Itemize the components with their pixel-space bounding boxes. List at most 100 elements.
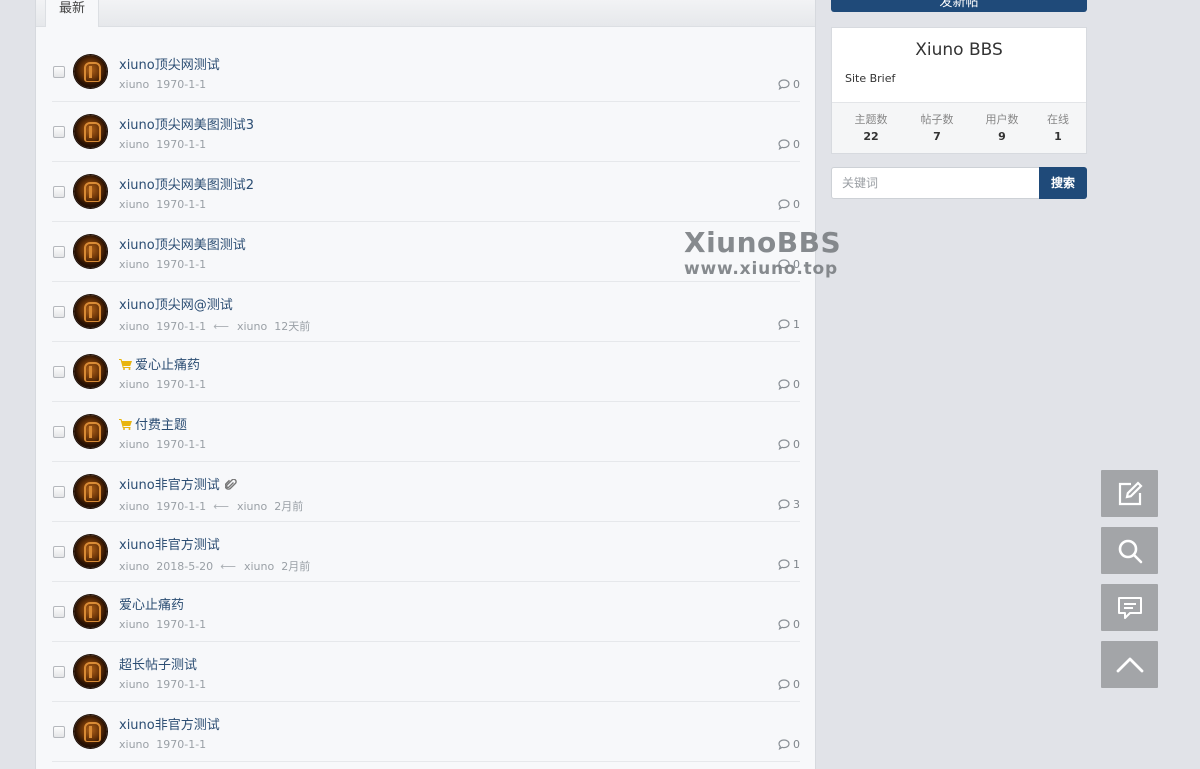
thread-author[interactable]: xiuno [119,560,149,573]
thread-subject-link[interactable]: xiuno顶尖网美图测试2 [119,174,254,193]
reply-count-value: 1 [793,558,800,571]
thread-subject-link[interactable]: 付费主题 [119,414,187,433]
thread-subject-link[interactable]: xiuno非官方测试 [119,714,220,733]
stat-label: 主题数 [854,113,888,126]
thread-date: 1970-1-1 [156,198,207,211]
thread-author[interactable]: xiuno [119,678,149,691]
thread-date: 1970-1-1 [156,618,207,631]
thread-row[interactable]: 爱心止痛药 xiuno 1970-1-1 0 [52,342,800,402]
thread-author[interactable]: xiuno [119,618,149,631]
thread-row[interactable]: xiuno非官方测试 xiuno 1970-1-1 ⟵ xiuno 2月前 3 [52,462,800,522]
thread-last-time: 2月前 [274,500,304,513]
thread-checkbox[interactable] [53,246,65,258]
cart-icon [119,359,132,370]
reply-bubble-icon [778,439,790,451]
thread-author[interactable]: xiuno [119,438,149,451]
avatar[interactable] [74,595,107,628]
thread-date: 2018-5-20 [156,560,214,573]
reply-bubble-icon [778,739,790,751]
thread-checkbox[interactable] [53,66,65,78]
avatar[interactable] [74,415,107,448]
float-search-button[interactable] [1101,527,1158,574]
search-button[interactable]: 搜索 [1039,167,1087,199]
thread-subject-link[interactable]: 爱心止痛药 [119,594,184,613]
thread-row[interactable]: 付费主题 xiuno 1970-1-1 0 [52,402,800,462]
avatar[interactable] [74,475,107,508]
thread-author[interactable]: xiuno [119,500,149,513]
thread-checkbox[interactable] [53,306,65,318]
tab-latest[interactable]: 最新 [45,0,100,27]
thread-row[interactable]: xiuno顶尖网美图测试3 xiuno 1970-1-1 0 [52,102,800,162]
thread-meta: xiuno 1970-1-1 ⟵ xiuno 12天前 [119,318,317,334]
thread-meta: xiuno 1970-1-1 [119,198,213,211]
thread-author[interactable]: xiuno [119,320,149,333]
stat-value: 7 [933,130,941,143]
thread-subject-link[interactable]: xiuno顶尖网美图测试 [119,234,246,253]
thread-checkbox[interactable] [53,186,65,198]
thread-meta: xiuno 1970-1-1 [119,378,213,391]
thread-meta: xiuno 1970-1-1 [119,138,213,151]
thread-author[interactable]: xiuno [119,78,149,91]
thread-last-user[interactable]: xiuno [244,560,274,573]
thread-author[interactable]: xiuno [119,738,149,751]
thread-subject-link[interactable]: xiuno非官方测试 [119,474,237,493]
avatar[interactable] [74,355,107,388]
thread-row[interactable]: xiuno非官方测试 xiuno 1970-1-1 0 [52,702,800,762]
reply-count-value: 3 [793,498,800,511]
thread-subject-link[interactable]: 爱心止痛药 [119,354,200,373]
thread-subject-text: xiuno顶尖网@测试 [119,298,233,313]
thread-meta: xiuno 1970-1-1 [119,438,213,451]
thread-row[interactable]: xiuno顶尖网测试 xiuno 1970-1-1 0 [52,42,800,102]
thread-row[interactable]: xiuno顶尖网@测试 xiuno 1970-1-1 ⟵ xiuno 12天前 1 [52,282,800,342]
thread-subject-link[interactable]: 超长帖子测试 [119,654,197,673]
thread-row[interactable]: xiuno顶尖网美图测试2 xiuno 1970-1-1 0 [52,162,800,222]
thread-row[interactable]: 超长帖子测试 xiuno 1970-1-1 0 [52,642,800,702]
avatar[interactable] [74,175,107,208]
thread-checkbox[interactable] [53,126,65,138]
avatar[interactable] [74,295,107,328]
thread-date: 1970-1-1 [156,378,207,391]
thread-meta: xiuno 2018-5-20 ⟵ xiuno 2月前 [119,558,317,574]
search-icon [1118,539,1142,563]
thread-subject-link[interactable]: xiuno非官方测试 [119,534,220,553]
thread-checkbox[interactable] [53,726,65,738]
thread-checkbox[interactable] [53,666,65,678]
thread-list: xiuno顶尖网测试 xiuno 1970-1-1 0 xiuno顶尖网美图测试3 xiu… [52,42,800,762]
back-to-top-button[interactable] [1101,641,1158,688]
thread-checkbox[interactable] [53,486,65,498]
tab-bar: 最新 [36,0,815,27]
thread-last-user[interactable]: xiuno [237,320,267,333]
thread-checkbox[interactable] [53,606,65,618]
avatar[interactable] [74,55,107,88]
thread-checkbox[interactable] [53,546,65,558]
thread-author[interactable]: xiuno [119,378,149,391]
reply-count: 0 [778,138,800,151]
avatar[interactable] [74,535,107,568]
thread-last-time: 12天前 [274,320,311,333]
float-new-thread-button[interactable] [1101,470,1158,517]
avatar[interactable] [74,715,107,748]
thread-author[interactable]: xiuno [119,198,149,211]
reply-bubble-icon [778,319,790,331]
thread-row[interactable]: xiuno非官方测试 xiuno 2018-5-20 ⟵ xiuno 2月前 1 [52,522,800,582]
thread-author[interactable]: xiuno [119,258,149,271]
thread-subject-link[interactable]: xiuno顶尖网美图测试3 [119,114,254,133]
thread-row[interactable]: 爱心止痛药 xiuno 1970-1-1 0 [52,582,800,642]
thread-subject-link[interactable]: xiuno顶尖网@测试 [119,294,233,313]
reply-bubble-icon [778,619,790,631]
reply-count: 3 [778,498,800,511]
avatar[interactable] [74,655,107,688]
avatar[interactable] [74,235,107,268]
float-comment-button[interactable] [1101,584,1158,631]
thread-author[interactable]: xiuno [119,138,149,151]
thread-checkbox[interactable] [53,366,65,378]
thread-meta: xiuno 1970-1-1 [119,678,213,691]
new-thread-button[interactable]: 发新帖 [831,0,1087,12]
avatar[interactable] [74,115,107,148]
thread-last-user[interactable]: xiuno [237,500,267,513]
thread-subject-text: 爱心止痛药 [135,358,201,373]
search-input[interactable] [831,167,1039,199]
thread-checkbox[interactable] [53,426,65,438]
reply-count: 1 [778,558,800,571]
thread-subject-link[interactable]: xiuno顶尖网测试 [119,54,220,73]
